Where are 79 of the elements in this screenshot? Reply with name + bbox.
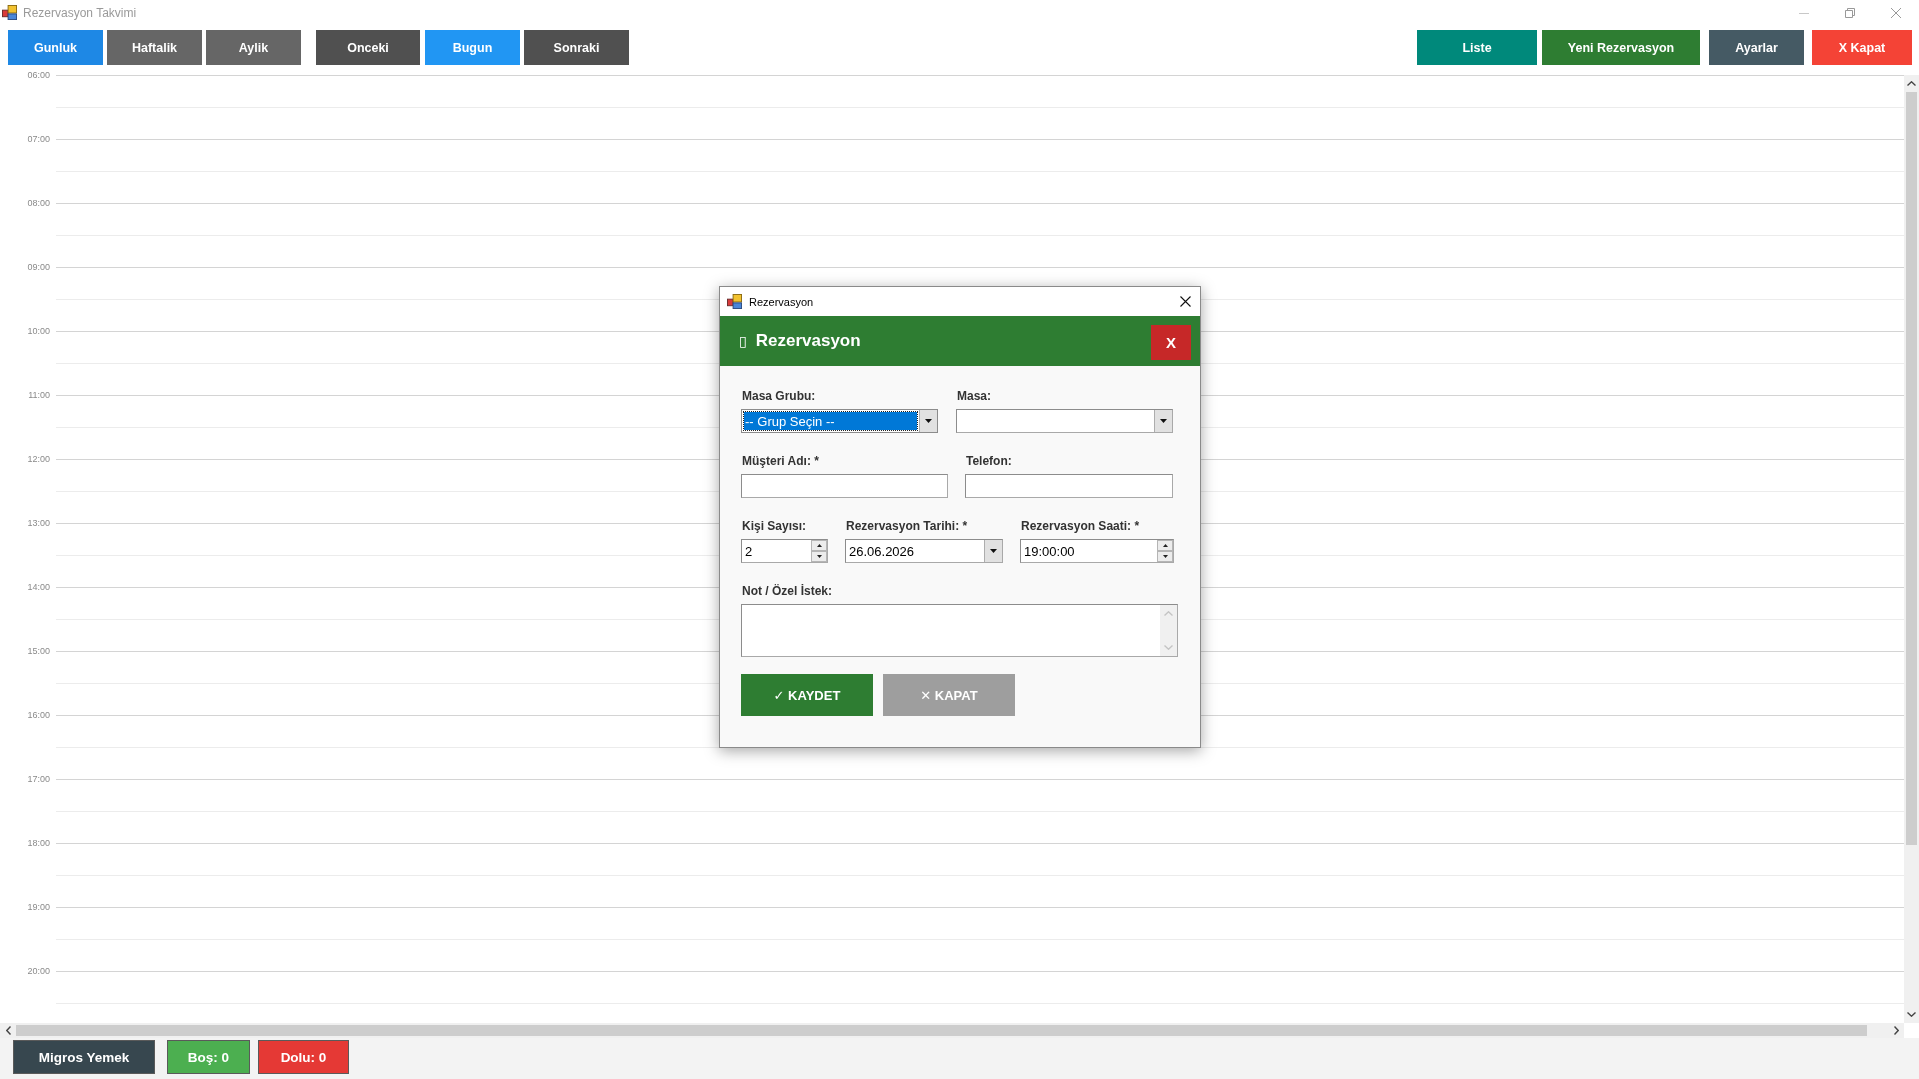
hour-label: 18:00: [26, 837, 51, 849]
spin-down-button[interactable]: [811, 551, 827, 562]
dialog-title: Rezervasyon: [749, 295, 815, 308]
today-button[interactable]: Bugun: [425, 30, 520, 65]
box-glyph-icon: ▯: [739, 333, 747, 349]
spin-up-button[interactable]: [811, 540, 827, 551]
chevron-left-icon: [5, 1026, 11, 1035]
input-field[interactable]: [741, 474, 948, 498]
hour-label: 12:00: [26, 453, 51, 465]
field-label: Rezervasyon Saati: *: [1020, 518, 1141, 534]
view-tab[interactable]: Aylik: [206, 30, 301, 65]
field-label: Kişi Sayısı:: [741, 518, 808, 534]
header-close-button[interactable]: X: [1151, 324, 1191, 360]
scrollbar[interactable]: [1160, 605, 1177, 656]
hour-label: 15:00: [26, 645, 51, 657]
spin-field[interactable]: 2: [741, 539, 828, 563]
notes-field[interactable]: [741, 604, 1178, 657]
hour-label: 17:00: [26, 773, 51, 785]
date-field[interactable]: 26.06.2026: [845, 539, 1003, 563]
spin-up-button[interactable]: [1157, 540, 1173, 551]
new-reservation-button[interactable]: Yeni Rezervasyon: [1542, 30, 1700, 65]
list-button[interactable]: Liste: [1417, 30, 1537, 65]
close-app-button[interactable]: X Kapat: [1812, 30, 1912, 65]
save-button[interactable]: ✓ KAYDET: [741, 674, 873, 716]
app-icon: [2, 5, 17, 20]
chevron-down-icon: [1164, 645, 1173, 650]
spin-field[interactable]: 19:00:00: [1020, 539, 1174, 563]
close-icon: [1179, 296, 1191, 307]
spin-down-button[interactable]: [1157, 551, 1173, 562]
field-label: Rezervasyon Tarihi: *: [845, 518, 969, 534]
hour-label: 07:00: [26, 133, 51, 145]
occupied-count: Dolu: 0: [258, 1040, 349, 1074]
field-label: Telefon:: [965, 453, 1013, 469]
chevron-down-icon: [1907, 1012, 1916, 1017]
caret-down-icon: [1160, 419, 1167, 423]
nav-button[interactable]: Onceki: [316, 30, 420, 65]
chevron-up-icon: [1164, 611, 1173, 616]
restore-icon: [1845, 7, 1855, 18]
group-label: Migros Yemek: [13, 1040, 155, 1074]
hour-label: 20:00: [26, 965, 51, 977]
free-count: Boş: 0: [167, 1040, 250, 1074]
dropdown-button[interactable]: [919, 410, 937, 432]
nav-button[interactable]: Sonraki: [524, 30, 629, 65]
hour-label: 13:00: [26, 517, 51, 529]
scrollbar-thumb[interactable]: [1906, 92, 1917, 845]
dropdown[interactable]: -- Grup Seçin --: [741, 409, 938, 433]
hour-label: 06:00: [26, 69, 51, 81]
caret-down-icon: [925, 419, 932, 423]
triangle-down-icon: [1162, 555, 1168, 558]
dropdown-button[interactable]: [1154, 410, 1172, 432]
dropdown-button[interactable]: [984, 540, 1002, 562]
chevron-up-icon: [1907, 81, 1916, 86]
settings-button[interactable]: Ayarlar: [1709, 30, 1804, 65]
hour-label: 09:00: [26, 261, 51, 273]
app-icon: [727, 294, 742, 309]
header-title: Rezervasyon: [755, 331, 862, 351]
window-title: Rezervasyon Takvimi: [23, 5, 138, 20]
triangle-up-icon: [816, 544, 822, 547]
hour-label: 08:00: [26, 197, 51, 209]
field-label: Masa Grubu:: [741, 388, 817, 404]
hour-label: 11:00: [27, 389, 51, 401]
triangle-down-icon: [816, 555, 822, 558]
input-field[interactable]: [965, 474, 1173, 498]
hour-label: 14:00: [26, 581, 51, 593]
field-label: Not / Özel İstek:: [741, 583, 834, 599]
triangle-up-icon: [1162, 544, 1168, 547]
hour-label: 10:00: [26, 325, 51, 337]
chevron-right-icon: [1893, 1026, 1899, 1035]
field-label: Masa:: [956, 388, 992, 404]
scrollbar-thumb[interactable]: [16, 1025, 1867, 1036]
view-tab[interactable]: Gunluk: [8, 30, 103, 65]
scrollbar[interactable]: [1904, 75, 1919, 1023]
hour-label: 19:00: [26, 901, 51, 913]
field-label: Müşteri Adı: *: [741, 453, 820, 469]
close-icon: [1891, 7, 1901, 18]
scrollbar[interactable]: [0, 1023, 1904, 1038]
caret-down-icon: [990, 549, 997, 553]
view-tab[interactable]: Haftalik: [107, 30, 202, 65]
hour-label: 16:00: [26, 709, 51, 721]
